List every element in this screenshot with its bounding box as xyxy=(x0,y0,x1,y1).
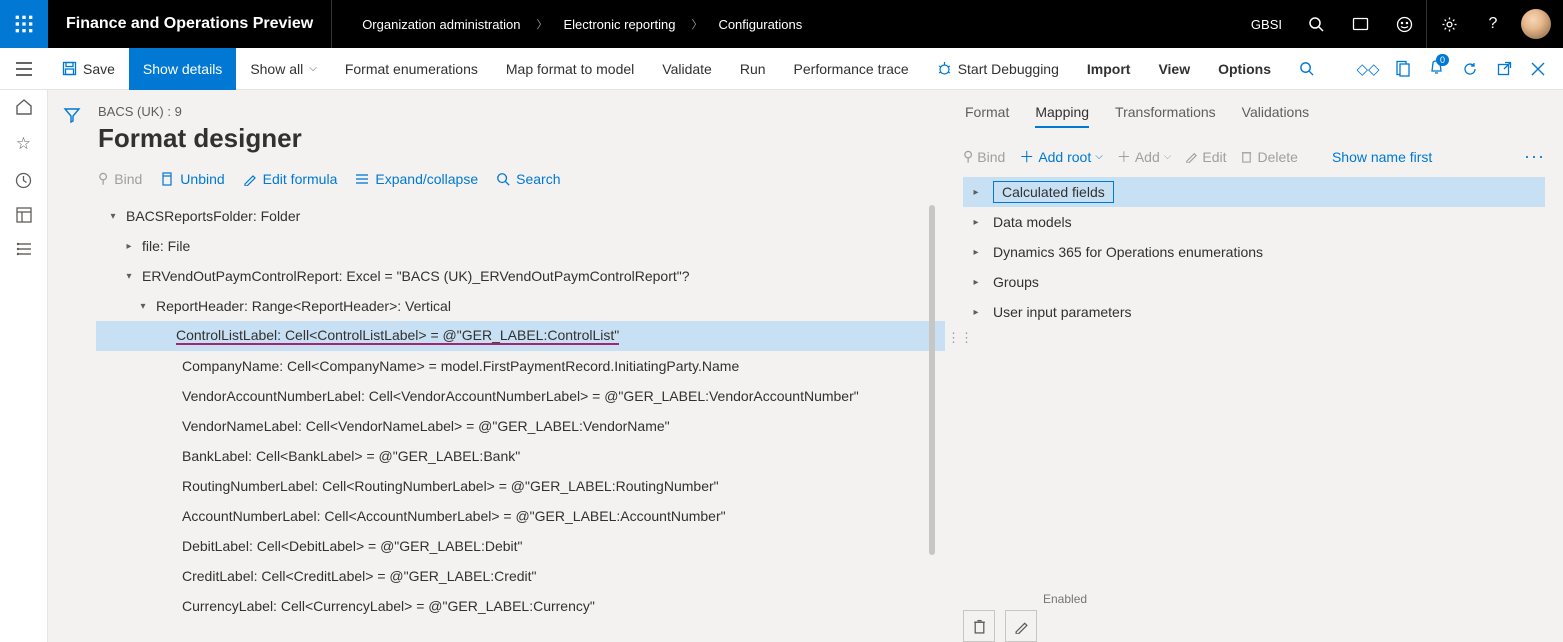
help-icon[interactable]: ? xyxy=(1471,0,1515,48)
unbind-button[interactable]: Unbind xyxy=(160,170,224,187)
app-title: Finance and Operations Preview xyxy=(48,0,332,48)
tab-format[interactable]: Format xyxy=(965,104,1009,128)
save-button[interactable]: Save xyxy=(48,48,129,90)
show-details-button[interactable]: Show details xyxy=(129,48,236,90)
tree-node[interactable]: DebitLabel: Cell<DebitLabel> = @"GER_LAB… xyxy=(96,531,945,561)
notification-icon[interactable]: 0 xyxy=(1419,48,1453,90)
search-button[interactable]: Search xyxy=(496,170,560,187)
validate-button[interactable]: Validate xyxy=(648,48,726,90)
splitter-handle[interactable]: ⋮⋮ xyxy=(957,320,963,356)
datasource-node[interactable]: ▸User input parameters xyxy=(963,297,1545,327)
tree-node[interactable]: ▾ERVendOutPaymControlReport: Excel = "BA… xyxy=(96,261,945,291)
tree-toolbar: ⚲Bind Unbind Edit formula Expand/collaps… xyxy=(96,170,945,187)
edit-property-icon[interactable] xyxy=(1005,610,1037,642)
popout-icon[interactable] xyxy=(1487,48,1521,90)
command-bar: Save Show details Show all⌵ Format enume… xyxy=(0,48,1563,90)
breadcrumb-item[interactable]: Configurations xyxy=(718,17,802,32)
add-button[interactable]: ＋Add⌵ xyxy=(1117,147,1172,167)
expand-collapse-button[interactable]: Expand/collapse xyxy=(355,170,478,187)
breadcrumb: Organization administration 〉 Electronic… xyxy=(332,16,802,32)
tree-node[interactable]: CurrencyLabel: Cell<CurrencyLabel> = @"G… xyxy=(96,591,945,621)
edit-button[interactable]: Edit xyxy=(1185,149,1226,165)
global-header: Finance and Operations Preview Organizat… xyxy=(0,0,1563,48)
edit-formula-button[interactable]: Edit formula xyxy=(243,170,338,187)
more-icon[interactable]: ··· xyxy=(1524,146,1545,167)
smile-icon[interactable] xyxy=(1382,0,1426,48)
home-icon[interactable] xyxy=(0,98,48,116)
delete-property-icon[interactable] xyxy=(963,610,995,642)
chat-icon[interactable] xyxy=(1338,0,1382,48)
tree-node[interactable]: RoutingNumberLabel: Cell<RoutingNumberLa… xyxy=(96,471,945,501)
nav-toggle-icon[interactable] xyxy=(0,62,48,76)
tree-node[interactable]: CreditLabel: Cell<CreditLabel> = @"GER_L… xyxy=(96,561,945,591)
datasource-node[interactable]: ▸Calculated fields xyxy=(963,177,1545,207)
tree-node[interactable]: CompanyName: Cell<CompanyName> = model.F… xyxy=(96,351,945,381)
import-button[interactable]: Import xyxy=(1073,48,1145,90)
chevron-right-icon: 〉 xyxy=(536,16,547,32)
tiles-icon[interactable]: ◇◇ xyxy=(1351,48,1385,90)
right-tabs: Format Mapping Transformations Validations xyxy=(963,104,1545,128)
format-tree[interactable]: ▾BACSReportsFolder: Folder▸file: File▾ER… xyxy=(96,201,945,621)
modules-icon[interactable] xyxy=(0,241,48,257)
datasource-node[interactable]: ▸Dynamics 365 for Operations enumeration… xyxy=(963,237,1545,267)
gear-icon[interactable] xyxy=(1427,0,1471,48)
tab-validations[interactable]: Validations xyxy=(1242,104,1309,128)
datasource-node[interactable]: ▸Groups xyxy=(963,267,1545,297)
avatar[interactable] xyxy=(1521,9,1551,39)
find-icon[interactable] xyxy=(1285,48,1328,90)
tree-node[interactable]: ▾BACSReportsFolder: Folder xyxy=(96,201,945,231)
close-icon[interactable] xyxy=(1521,48,1555,90)
tree-node[interactable]: VendorNameLabel: Cell<VendorNameLabel> =… xyxy=(96,411,945,441)
bind-button[interactable]: ⚲Bind xyxy=(963,148,1005,165)
datasource-node[interactable]: ▸Data models xyxy=(963,207,1545,237)
app-launcher-icon[interactable] xyxy=(0,0,48,48)
page-title: Format designer xyxy=(96,123,945,154)
search-icon[interactable] xyxy=(1294,0,1338,48)
view-button[interactable]: View xyxy=(1144,48,1204,90)
performance-trace-button[interactable]: Performance trace xyxy=(780,48,923,90)
scrollbar[interactable] xyxy=(929,205,935,555)
attach-icon[interactable] xyxy=(1385,48,1419,90)
breadcrumb-item[interactable]: Electronic reporting xyxy=(563,17,675,32)
options-button[interactable]: Options xyxy=(1204,48,1285,90)
tab-transformations[interactable]: Transformations xyxy=(1115,104,1216,128)
recent-icon[interactable] xyxy=(0,172,48,189)
breadcrumb-item[interactable]: Organization administration xyxy=(362,17,520,32)
run-button[interactable]: Run xyxy=(726,48,780,90)
company-code[interactable]: GBSI xyxy=(1239,17,1294,32)
page-crumb: BACS (UK) : 9 xyxy=(96,104,945,119)
datasource-tree[interactable]: ▸Calculated fields▸Data models▸Dynamics … xyxy=(963,177,1545,327)
filter-pane-toggle[interactable] xyxy=(48,90,96,642)
workspace-icon[interactable] xyxy=(0,207,48,223)
left-rail: ☆ xyxy=(0,90,48,642)
start-debugging-button[interactable]: Start Debugging xyxy=(923,48,1073,90)
property-label: Enabled xyxy=(963,592,1545,606)
tree-node[interactable]: ▾ReportHeader: Range<ReportHeader>: Vert… xyxy=(96,291,945,321)
map-format-button[interactable]: Map format to model xyxy=(492,48,648,90)
chevron-right-icon: 〉 xyxy=(691,16,702,32)
format-enumerations-button[interactable]: Format enumerations xyxy=(331,48,492,90)
delete-button[interactable]: Delete xyxy=(1240,149,1297,165)
tree-node[interactable]: ControlListLabel: Cell<ControlListLabel>… xyxy=(96,321,945,351)
tree-node[interactable]: ▸file: File xyxy=(96,231,945,261)
mapping-toolbar: ⚲Bind ＋Add root⌵ ＋Add⌵ Edit Delete Show … xyxy=(963,146,1545,167)
tree-node[interactable]: VendorAccountNumberLabel: Cell<VendorAcc… xyxy=(96,381,945,411)
refresh-icon[interactable] xyxy=(1453,48,1487,90)
tab-mapping[interactable]: Mapping xyxy=(1035,104,1089,128)
add-root-button[interactable]: ＋Add root⌵ xyxy=(1019,146,1103,167)
show-name-first-button[interactable]: Show name first xyxy=(1332,149,1432,165)
tree-node[interactable]: AccountNumberLabel: Cell<AccountNumberLa… xyxy=(96,501,945,531)
tree-node[interactable]: BankLabel: Cell<BankLabel> = @"GER_LABEL… xyxy=(96,441,945,471)
bind-button[interactable]: ⚲Bind xyxy=(98,170,142,187)
favorite-icon[interactable]: ☆ xyxy=(0,134,48,154)
show-all-button[interactable]: Show all⌵ xyxy=(236,48,331,90)
